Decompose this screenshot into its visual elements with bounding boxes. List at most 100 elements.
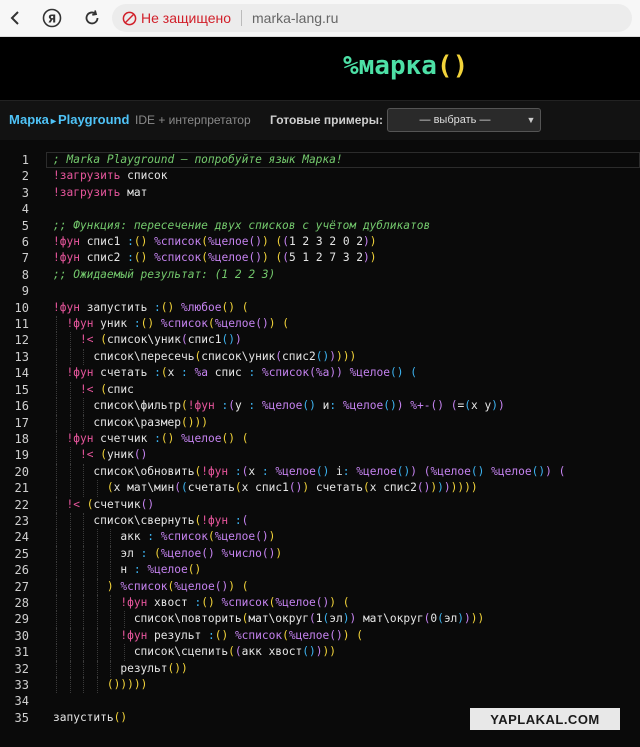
- line-number: 1: [21, 153, 29, 167]
- code-line[interactable]: эл : (%целое() %число()): [53, 545, 640, 563]
- watermark: YAPLAKAL.COM: [470, 708, 620, 730]
- indent-guide: [69, 398, 71, 415]
- indent-guide: [83, 578, 84, 595]
- indent-guide: [110, 644, 111, 661]
- code-line[interactable]: !< (счетчик(): [53, 496, 640, 513]
- code-line[interactable]: !< (спис: [53, 381, 640, 399]
- code-line[interactable]: ) %список(%целое()) (: [53, 578, 640, 595]
- indent-guide: [123, 644, 125, 661]
- code-line[interactable]: список\сцепить((акк хвост()))): [53, 644, 640, 661]
- code-line[interactable]: (х мат\мин((счетать(х спис1()) счетать(х…: [53, 480, 640, 497]
- indent-guide: [83, 348, 84, 366]
- browser-toolbar: Я Не защищено marka-lang.ru: [0, 0, 640, 37]
- line-number: 31: [14, 645, 29, 660]
- line-number: 11: [14, 317, 29, 332]
- indent-guide: [96, 627, 98, 645]
- indent-guide: [83, 414, 84, 431]
- playground-subtitle: IDE + интерпретатор: [135, 113, 251, 127]
- indent-guide: [69, 381, 71, 399]
- indent-guide: [69, 512, 71, 530]
- indent-guide: [110, 660, 111, 677]
- code-line[interactable]: !фун счетать :(х : %а спис : %список(%а)…: [53, 365, 640, 382]
- indent-guide: [110, 594, 111, 612]
- indent-guide: [83, 627, 84, 645]
- indent-guide: [110, 627, 111, 645]
- line-number: 10: [14, 300, 29, 315]
- playground-toolbar: Марка ▸ Playground IDE + интерпретатор Гот…: [0, 100, 640, 142]
- code-line[interactable]: ;; Функция: пересечение двух списков с у…: [53, 218, 640, 234]
- indent-guide: [83, 594, 84, 612]
- code-line[interactable]: акк : %список(%целое()): [53, 529, 640, 546]
- brand-marka: Марка: [9, 112, 49, 127]
- yandex-icon[interactable]: Я: [40, 6, 64, 30]
- line-number: 28: [14, 595, 29, 610]
- line-number: 19: [14, 448, 29, 463]
- line-number: 24: [14, 530, 29, 545]
- code-line[interactable]: ;; Ожидаемый результат: (1 2 2 3): [53, 267, 640, 283]
- code-line[interactable]: список\размер())): [53, 414, 640, 431]
- indent-guide: [96, 594, 98, 612]
- brand-arrow-icon: ▸: [50, 116, 56, 127]
- code-line[interactable]: список\свернуть(!фун :(: [53, 512, 640, 530]
- examples-label: Готовые примеры:: [270, 113, 383, 127]
- indent-guide: [56, 545, 57, 563]
- line-number: 2: [21, 169, 29, 184]
- indent-guide: [69, 611, 71, 628]
- code-area[interactable]: ; Marka Playground — попробуйте язык Мар…: [53, 152, 640, 726]
- site-logo[interactable]: %марка(): [343, 51, 468, 81]
- logo-text: %марка: [343, 51, 437, 81]
- back-arrow-icon[interactable]: [4, 6, 28, 30]
- indent-guide: [110, 545, 111, 563]
- code-line[interactable]: !фун спис2 :() %список(%целое()) ((5 1 2…: [53, 250, 640, 266]
- code-line[interactable]: ; Marka Playground — попробуйте язык Мар…: [53, 152, 640, 168]
- code-line[interactable]: [53, 201, 640, 217]
- code-line[interactable]: ())))): [53, 677, 640, 694]
- line-number: 17: [14, 415, 29, 430]
- code-line[interactable]: !загрузить список: [53, 168, 640, 184]
- address-divider: [241, 10, 242, 26]
- code-line[interactable]: !< (уник(): [53, 447, 640, 464]
- code-line[interactable]: !< (список\уник(спис1()): [53, 332, 640, 349]
- indent-guide: [96, 644, 98, 661]
- code-line[interactable]: !фун запустить :() %любое() (: [53, 300, 640, 316]
- code-line[interactable]: список\пересечь(список\уник(спис2())))): [53, 348, 640, 366]
- code-line[interactable]: список\фильтр(!фун :(у : %целое() и: %це…: [53, 398, 640, 415]
- code-line[interactable]: !фун результ :() %список(%целое()) (: [53, 627, 640, 645]
- line-number: 7: [21, 251, 29, 266]
- line-number: 33: [14, 678, 29, 692]
- security-warning[interactable]: Не защищено: [122, 10, 231, 26]
- code-line[interactable]: !фун хвост :() %список(%целое()) (: [53, 594, 640, 612]
- indent-guide: [83, 644, 84, 661]
- indent-guide: [83, 512, 84, 530]
- code-line[interactable]: !фун уник :() %список(%целое()) (: [53, 316, 640, 333]
- indent-guide: [56, 316, 57, 333]
- code-editor[interactable]: 1 2 3 4 5 6 7 8 9 10 11 12 13 14 15 16 17 18 19 20 21 22 23 24 2…: [0, 140, 640, 747]
- indent-guide: [110, 529, 111, 546]
- indent-guide: [83, 463, 84, 481]
- indent-guide: [56, 430, 57, 448]
- indent-guide: [56, 496, 57, 513]
- line-number: 16: [14, 399, 29, 414]
- code-line[interactable]: [53, 283, 640, 299]
- indent-guide: [110, 562, 111, 579]
- code-line[interactable]: список\повторить(мат\округ(1(эл)) мат\ок…: [53, 611, 640, 628]
- code-line[interactable]: !загрузить мат: [53, 185, 640, 201]
- code-line[interactable]: !фун спис1 :() %список(%целое()) ((1 2 3…: [53, 234, 640, 250]
- indent-guide: [83, 480, 84, 497]
- indent-guide: [69, 594, 71, 612]
- code-line[interactable]: список\обновить(!фун :(х : %целое() i: %…: [53, 463, 640, 481]
- indent-guide: [56, 627, 57, 645]
- code-line[interactable]: результ()): [53, 660, 640, 677]
- address-bar[interactable]: Не защищено marka-lang.ru: [112, 4, 632, 32]
- playground-brand: Марка ▸ Playground: [9, 112, 129, 127]
- indent-guide: [56, 578, 57, 595]
- indent-guide: [69, 660, 71, 677]
- indent-guide: [96, 660, 98, 677]
- indent-guide: [69, 480, 71, 497]
- line-number: 8: [21, 267, 29, 282]
- indent-guide: [69, 332, 71, 349]
- code-line[interactable]: н : %целое(): [53, 562, 640, 579]
- code-line[interactable]: !фун счетчик :() %целое() (: [53, 430, 640, 448]
- examples-select[interactable]: — выбрать — ▼: [387, 108, 541, 132]
- reload-icon[interactable]: [80, 6, 104, 30]
